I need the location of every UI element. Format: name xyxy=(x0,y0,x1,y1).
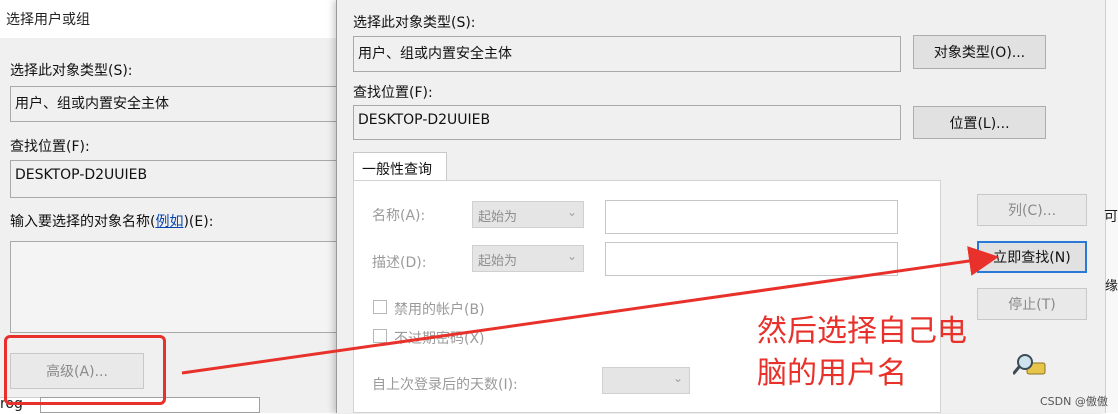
annotation-text-line1: 然后选择自己电 xyxy=(757,314,967,349)
annotation-text-line2: 脑的用户名 xyxy=(757,356,907,391)
watermark-text: CSDN @傲傲 xyxy=(1040,395,1108,408)
